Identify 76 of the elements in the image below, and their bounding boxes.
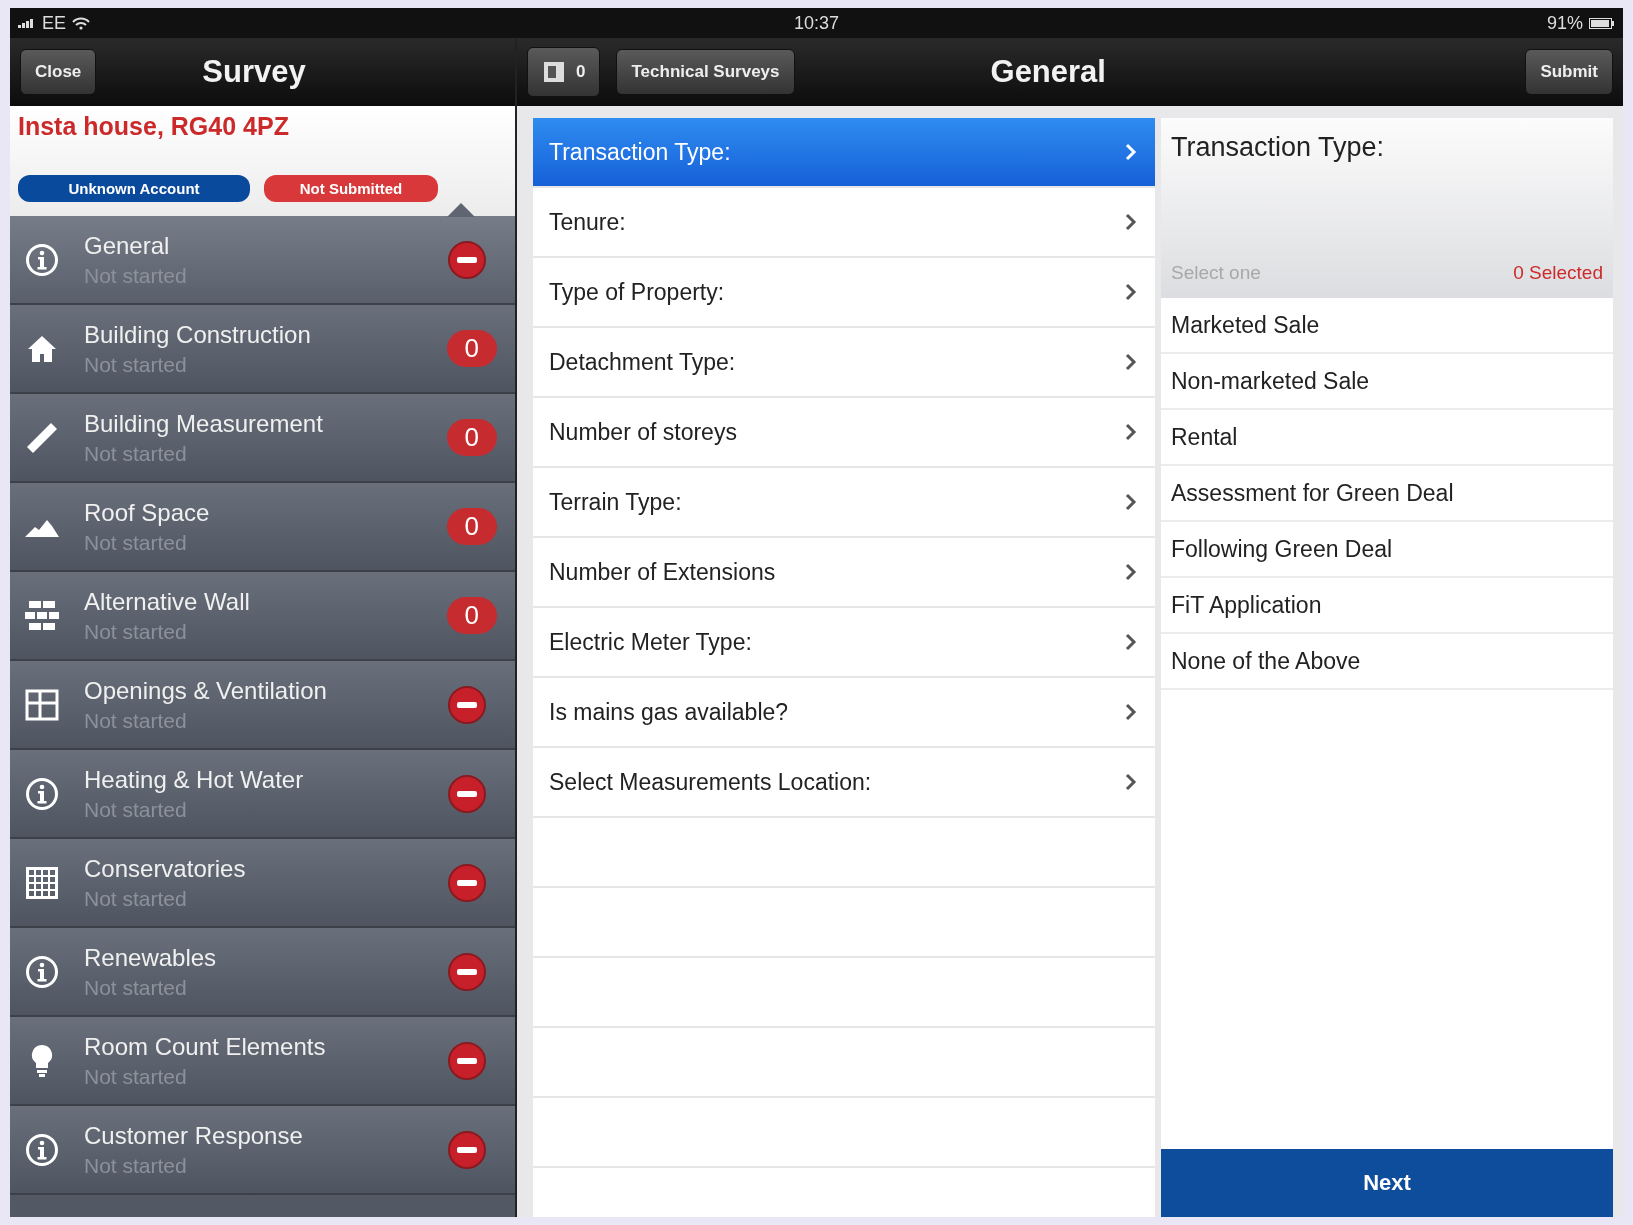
count-badge: 0 xyxy=(446,330,497,367)
minus-icon xyxy=(447,1040,487,1081)
question-row[interactable]: Is mains gas available? xyxy=(533,678,1155,748)
answer-option[interactable]: FiT Application xyxy=(1161,578,1613,634)
chevron-icon xyxy=(1125,633,1137,651)
close-button[interactable]: Close xyxy=(20,49,97,95)
next-button[interactable]: Next xyxy=(1161,1149,1613,1217)
window-icon xyxy=(25,688,59,721)
bricks-icon xyxy=(25,600,59,631)
wifi-icon xyxy=(72,16,90,30)
section-title: General xyxy=(84,231,171,260)
document-icon xyxy=(542,60,566,84)
question-row[interactable]: Tenure: xyxy=(533,188,1155,258)
minus-icon xyxy=(447,951,487,992)
section-title: Conservatories xyxy=(84,854,247,883)
info-icon xyxy=(25,776,59,811)
section-title: Renewables xyxy=(84,943,218,972)
back-button[interactable]: Technical Surveys xyxy=(616,49,795,95)
chevron-icon xyxy=(1125,703,1137,721)
battery-text: 91% xyxy=(1546,12,1583,34)
section-title: Room Count Elements xyxy=(84,1032,327,1061)
battery-icon xyxy=(1589,17,1615,29)
minus-icon xyxy=(447,773,487,814)
hint-text: Select one xyxy=(1171,262,1261,284)
status-tag: Not Submitted xyxy=(264,175,438,202)
answer-option[interactable]: Marketed Sale xyxy=(1161,298,1613,354)
chevron-icon xyxy=(1125,143,1137,161)
signal-icon xyxy=(18,18,36,28)
info-icon xyxy=(25,1132,59,1167)
chevron-icon xyxy=(1125,423,1137,441)
property-title: Insta house, RG40 4PZ xyxy=(18,112,290,141)
answer-option[interactable]: Non-marketed Sale xyxy=(1161,354,1613,410)
section-title: Building Measurement xyxy=(84,409,324,438)
answer-option[interactable]: Following Green Deal xyxy=(1161,522,1613,578)
chevron-icon xyxy=(1125,773,1137,791)
section-title: Customer Response xyxy=(84,1121,304,1150)
minus-icon xyxy=(447,239,487,280)
section-title: Building Construction xyxy=(84,320,312,349)
question-row[interactable]: Transaction Type: xyxy=(533,118,1155,188)
question-row[interactable]: Number of Extensions xyxy=(533,538,1155,608)
chevron-icon xyxy=(1125,493,1137,511)
submit-button[interactable]: Submit xyxy=(1525,49,1613,95)
minus-icon xyxy=(447,1129,487,1170)
question-row[interactable]: Electric Meter Type: xyxy=(533,608,1155,678)
section-title: Alternative Wall xyxy=(84,587,251,616)
carrier-text: EE xyxy=(42,12,66,34)
chevron-icon xyxy=(1125,213,1137,231)
info-icon xyxy=(25,954,59,989)
grid-icon xyxy=(26,866,58,899)
count-badge: 0 xyxy=(446,597,497,634)
count-badge: 0 xyxy=(446,419,497,456)
chevron-icon xyxy=(1125,563,1137,581)
chevron-icon xyxy=(1125,283,1137,301)
question-row[interactable]: Number of storeys xyxy=(533,398,1155,468)
lightbulb-icon xyxy=(31,1043,53,1078)
minus-icon xyxy=(447,684,487,725)
answer-option[interactable]: Rental xyxy=(1161,410,1613,466)
page-title: General xyxy=(990,54,1107,90)
sidebar-title: Survey xyxy=(202,54,306,90)
status-tag: Unknown Account xyxy=(18,175,250,202)
question-row[interactable]: Detachment Type: xyxy=(533,328,1155,398)
question-row[interactable]: Type of Property: xyxy=(533,258,1155,328)
section-title: Roof Space xyxy=(84,498,211,527)
minus-icon xyxy=(447,862,487,903)
answer-option[interactable]: Assessment for Green Deal xyxy=(1161,466,1613,522)
clock-text: 10:37 xyxy=(793,12,839,34)
section-title: Openings & Ventilation xyxy=(84,676,328,705)
answer-option[interactable]: None of the Above xyxy=(1161,634,1613,690)
question-row[interactable]: Terrain Type: xyxy=(533,468,1155,538)
count-badge: 0 xyxy=(446,508,497,545)
chevron-icon xyxy=(1125,353,1137,371)
info-icon xyxy=(25,242,59,277)
answer-title: Transaction Type: xyxy=(1171,132,1386,163)
count-button[interactable]: 0 xyxy=(527,47,601,97)
selected-count: 0 Selected xyxy=(1513,262,1603,284)
section-title: Heating & Hot Water xyxy=(84,765,305,794)
